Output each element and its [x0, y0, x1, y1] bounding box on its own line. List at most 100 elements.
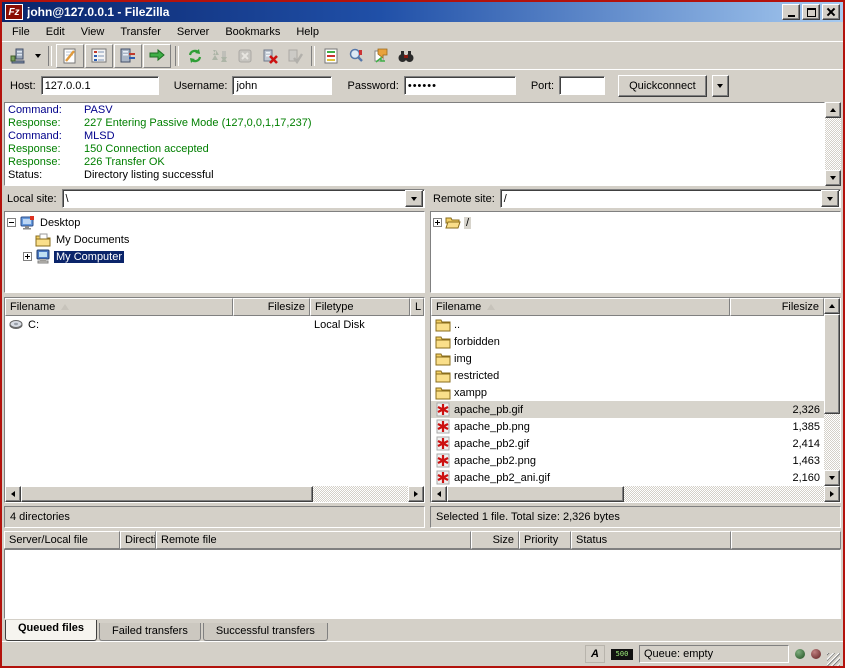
image-file-icon — [435, 436, 451, 451]
scroll-down-button[interactable] — [825, 170, 841, 186]
menu-file[interactable]: File — [4, 24, 38, 40]
column-header-filesize[interactable]: Filesize — [730, 298, 824, 316]
local-list-body: C: Local Disk — [5, 316, 424, 486]
column-label: Remote file — [161, 534, 217, 546]
refresh-button[interactable] — [183, 45, 207, 67]
tab-successful-transfers[interactable]: Successful transfers — [203, 623, 328, 641]
remote-list-hscrollbar[interactable] — [431, 486, 840, 502]
username-input[interactable] — [232, 76, 332, 95]
speed-limits-icon[interactable]: 500 — [611, 649, 633, 660]
process-queue-button[interactable] — [208, 45, 232, 67]
local-site-combo[interactable]: \ — [62, 189, 425, 208]
site-manager-dropdown-button[interactable] — [31, 45, 44, 67]
search-button[interactable] — [394, 45, 418, 67]
column-header-priority[interactable]: Priority — [519, 531, 571, 549]
column-label: Filetype — [315, 301, 354, 313]
remote-file-row[interactable]: forbidden — [431, 333, 824, 350]
collapse-icon[interactable] — [7, 218, 16, 227]
toggle-message-log-button[interactable] — [56, 44, 84, 68]
log-scrollbar[interactable] — [825, 102, 841, 186]
scroll-right-button[interactable] — [824, 486, 840, 502]
message-log-icon — [61, 47, 79, 65]
local-tree: Desktop My Documents — [4, 211, 425, 293]
transfer-type-indicator-icon[interactable]: A — [585, 645, 605, 663]
remote-list-vscrollbar[interactable] — [824, 298, 840, 486]
column-header-filename[interactable]: Filename — [5, 298, 233, 316]
arrow-right-icon — [414, 491, 418, 497]
cancel-button[interactable] — [233, 45, 257, 67]
tab-failed-transfers[interactable]: Failed transfers — [99, 623, 201, 641]
remote-file-row[interactable]: .. — [431, 316, 824, 333]
site-manager-button[interactable] — [6, 45, 30, 67]
remote-file-row[interactable]: apache_pb2.png 1,463 — [431, 452, 824, 469]
disconnect-button[interactable] — [258, 45, 282, 67]
remote-file-row[interactable]: restricted — [431, 367, 824, 384]
expand-icon[interactable] — [23, 252, 32, 261]
tab-queued-files[interactable]: Queued files — [5, 620, 97, 641]
minimize-button[interactable] — [782, 4, 800, 20]
menu-server[interactable]: Server — [169, 24, 217, 40]
remote-file-row[interactable]: apache_pb2_ani.gif 2,160 — [431, 469, 824, 486]
column-header-direction[interactable]: Directi... — [120, 531, 156, 549]
menu-view[interactable]: View — [73, 24, 113, 40]
scroll-up-button[interactable] — [825, 102, 841, 118]
file-size: 2,160 — [792, 472, 820, 484]
menu-transfer[interactable]: Transfer — [112, 24, 169, 40]
toggle-remote-tree-button[interactable] — [114, 44, 142, 68]
quickconnect-button[interactable]: Quickconnect — [618, 75, 707, 97]
column-header-status[interactable]: Status — [571, 531, 731, 549]
tree-item-root[interactable]: / — [433, 214, 838, 231]
remote-file-row[interactable]: xampp — [431, 384, 824, 401]
maximize-button[interactable] — [802, 4, 820, 20]
local-site-dropdown-button[interactable] — [405, 190, 423, 207]
scroll-left-button[interactable] — [431, 486, 447, 502]
remote-file-row-selected[interactable]: apache_pb.gif 2,326 — [431, 401, 824, 418]
column-header-filesize[interactable]: Filesize — [233, 298, 310, 316]
tree-item-my-documents[interactable]: My Documents — [23, 231, 422, 248]
resize-grip[interactable] — [827, 653, 840, 666]
remote-file-row[interactable]: apache_pb2.gif 2,414 — [431, 435, 824, 452]
remote-site-combo[interactable]: / — [500, 189, 841, 208]
local-list-hscrollbar[interactable] — [5, 486, 424, 502]
expand-icon[interactable] — [433, 218, 442, 227]
local-file-row[interactable]: C: Local Disk — [5, 316, 424, 333]
scroll-right-button[interactable] — [408, 486, 424, 502]
scroll-left-button[interactable] — [5, 486, 21, 502]
remote-file-row[interactable]: apache_pb.png 1,385 — [431, 418, 824, 435]
column-header-filename[interactable]: Filename — [431, 298, 730, 316]
host-input[interactable] — [41, 76, 159, 95]
column-header-last-modified[interactable]: L — [410, 298, 424, 316]
column-header-size[interactable]: Size — [471, 531, 519, 549]
remote-file-row[interactable]: img — [431, 350, 824, 367]
menu-help[interactable]: Help — [288, 24, 327, 40]
synchronized-browsing-button[interactable] — [369, 45, 393, 67]
toggle-transfer-queue-button[interactable] — [143, 44, 171, 68]
tree-item-desktop[interactable]: Desktop — [7, 214, 422, 231]
directory-listing-filters-button[interactable] — [319, 45, 343, 67]
reconnect-button[interactable] — [283, 45, 307, 67]
scroll-up-button[interactable] — [824, 298, 840, 314]
quickconnect-dropdown-button[interactable] — [712, 75, 729, 97]
column-header-remote-file[interactable]: Remote file — [156, 531, 471, 549]
directory-comparison-button[interactable] — [344, 45, 368, 67]
tree-item-my-computer[interactable]: My Computer — [23, 248, 422, 265]
close-button[interactable] — [822, 4, 840, 20]
remote-site-dropdown-button[interactable] — [821, 190, 839, 207]
file-name: apache_pb2_ani.gif — [454, 472, 550, 484]
file-size: 2,326 — [792, 404, 820, 416]
port-input[interactable] — [559, 76, 605, 95]
toggle-local-tree-button[interactable] — [85, 44, 113, 68]
menu-edit[interactable]: Edit — [38, 24, 73, 40]
scrollbar-thumb[interactable] — [447, 486, 624, 502]
column-label: Status — [576, 534, 607, 546]
password-input[interactable] — [404, 76, 516, 95]
reconnect-icon — [286, 47, 304, 65]
column-header-server-local-file[interactable]: Server/Local file — [4, 531, 120, 549]
scrollbar-thumb[interactable] — [21, 486, 313, 502]
scroll-down-button[interactable] — [824, 470, 840, 486]
menu-bookmarks[interactable]: Bookmarks — [217, 24, 288, 40]
scrollbar-thumb[interactable] — [824, 314, 840, 414]
column-header-filetype[interactable]: Filetype — [310, 298, 410, 316]
file-name: apache_pb2.gif — [454, 438, 529, 450]
folder-icon — [435, 351, 451, 366]
